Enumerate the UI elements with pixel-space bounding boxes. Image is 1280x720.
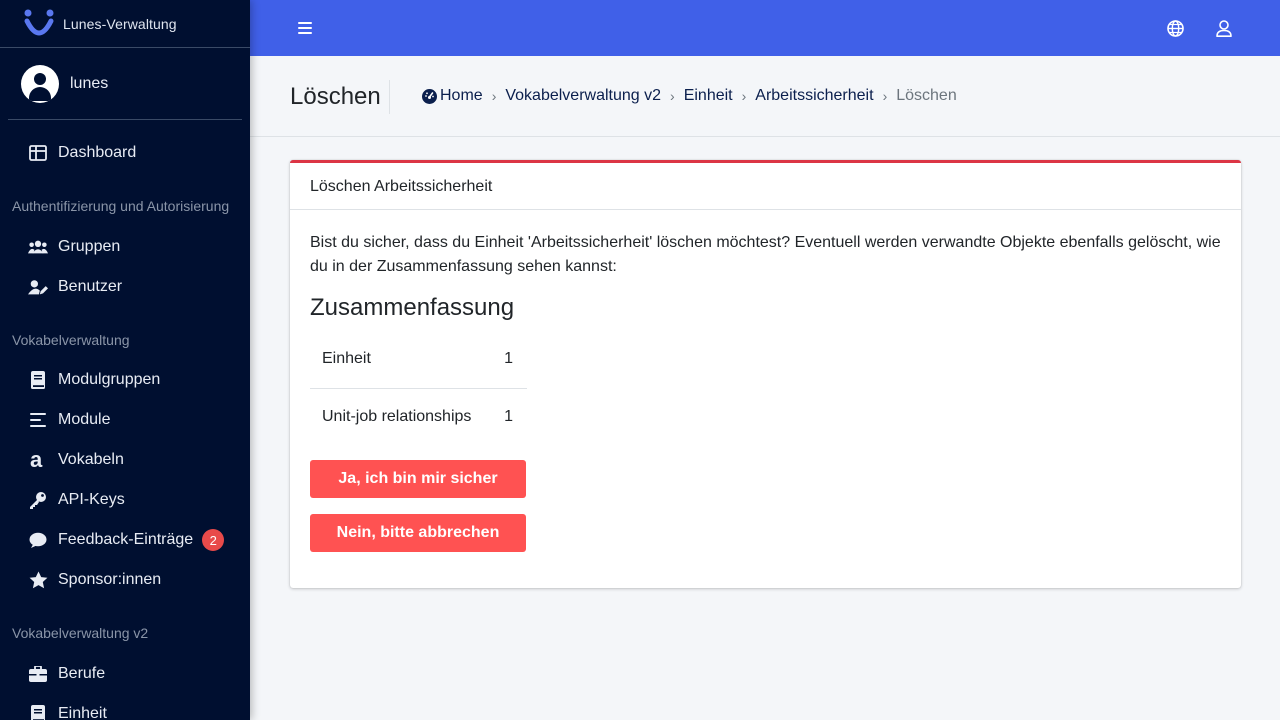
table-row: Einheit 1 [310, 331, 527, 388]
sidebar-item-api-keys[interactable]: API-Keys [28, 488, 238, 512]
sidebar-section-vocab: Vokabelverwaltung [12, 332, 130, 348]
breadcrumb-home[interactable]: Home [440, 87, 483, 105]
star-icon [28, 570, 48, 590]
menu-toggle-icon[interactable] [298, 19, 312, 37]
cancel-button[interactable]: Nein, bitte abbrechen [310, 514, 526, 552]
breadcrumb-separator: › [882, 88, 888, 104]
svg-text:a: a [30, 451, 43, 469]
page-title: Löschen [290, 83, 381, 110]
dashboard-icon [28, 143, 48, 163]
sidebar-item-label: API-Keys [58, 491, 125, 508]
dashboard-gauge-icon [422, 88, 437, 104]
sidebar-item-label: Sponsor:innen [58, 571, 162, 588]
header-divider [389, 80, 390, 114]
summary-count: 1 [504, 350, 513, 368]
sidebar-item-users[interactable]: Benutzer [28, 275, 238, 299]
summary-count: 1 [490, 387, 527, 445]
user-avatar-icon [21, 64, 59, 103]
sidebar-item-label: Einheit [58, 705, 107, 720]
top-navbar [250, 0, 1280, 56]
key-icon [28, 490, 48, 510]
sidebar-item-jobs[interactable]: Berufe [28, 662, 238, 686]
card-title: Löschen Arbeitssicherheit [290, 163, 1241, 210]
breadcrumb-vocab-v2[interactable]: Vokabelverwaltung v2 [505, 87, 661, 105]
briefcase-icon [28, 664, 48, 684]
breadcrumb-object[interactable]: Arbeitssicherheit [755, 87, 873, 105]
breadcrumb-separator: › [741, 88, 747, 104]
sidebar-item-label: Vokabeln [58, 451, 124, 468]
brand-link[interactable]: Lunes-Verwaltung [0, 0, 250, 48]
sidebar-item-unit[interactable]: Einheit [28, 702, 238, 720]
list-icon [28, 410, 48, 430]
sidebar-item-groups[interactable]: Gruppen [28, 235, 238, 259]
delete-confirmation-card: Löschen Arbeitssicherheit Bist du sicher… [290, 160, 1241, 588]
sidebar-section-auth: Authentifizierung und Autorisierung [12, 198, 230, 214]
breadcrumb-current: Löschen [896, 87, 957, 104]
sidebar-item-label: Benutzer [58, 278, 123, 295]
sidebar-item-label: Module [58, 411, 111, 428]
breadcrumb-separator: › [491, 88, 497, 104]
comment-icon [28, 530, 48, 550]
sidebar-item-label: Dashboard [58, 144, 137, 161]
brand-name: Lunes-Verwaltung [63, 15, 177, 32]
sidebar-item-sponsors[interactable]: Sponsor:innen [28, 568, 238, 592]
globe-icon[interactable] [1167, 20, 1184, 37]
sidebar-item-label: Modulgruppen [58, 371, 161, 388]
lunes-logo [24, 9, 54, 35]
users-icon [28, 237, 48, 257]
book-icon [28, 704, 48, 720]
sidebar-item-dashboard[interactable]: Dashboard [28, 141, 238, 165]
breadcrumb-unit[interactable]: Einheit [684, 87, 733, 105]
confirmation-message: Bist du sicher, dass du Einheit 'Arbeits… [310, 234, 1221, 275]
sidebar-item-module-groups[interactable]: Modulgruppen [28, 368, 238, 392]
summary-label: Einheit [322, 350, 371, 368]
sidebar-item-label: Feedback-Einträge [58, 531, 194, 548]
content-header: Löschen Home › Vokabelverwaltung v2 › Ei… [250, 56, 1280, 137]
summary-label: Unit-job relationships [310, 387, 491, 445]
summary-table: Einheit 1 Unit-job relationships 1 [310, 331, 527, 445]
sidebar-item-feedback[interactable]: Feedback-Einträge 2 [28, 528, 238, 552]
feedback-count-badge: 2 [202, 529, 225, 551]
confirm-delete-button[interactable]: Ja, ich bin mir sicher [310, 460, 526, 498]
sidebar-item-label: Gruppen [58, 238, 121, 255]
book-icon [28, 370, 48, 390]
sidebar: Lunes-Verwaltung lunes Dashboard Authent… [0, 0, 250, 720]
sidebar-item-modules[interactable]: Module [28, 408, 238, 432]
summary-heading: Zusammenfassung [310, 294, 515, 321]
breadcrumb: Home › Vokabelverwaltung v2 › Einheit › … [422, 87, 957, 105]
table-row: Unit-job relationships 1 [310, 387, 527, 445]
letter-a-icon: a [28, 450, 48, 470]
sidebar-section-vocab-v2: Vokabelverwaltung v2 [12, 625, 149, 641]
user-icon[interactable] [1216, 20, 1232, 37]
user-name: lunes [70, 74, 109, 92]
sidebar-item-vocab[interactable]: a Vokabeln [28, 448, 238, 472]
user-edit-icon [28, 277, 48, 297]
sidebar-item-label: Berufe [58, 665, 106, 682]
breadcrumb-separator: › [670, 88, 675, 104]
user-panel[interactable]: lunes [8, 48, 242, 120]
